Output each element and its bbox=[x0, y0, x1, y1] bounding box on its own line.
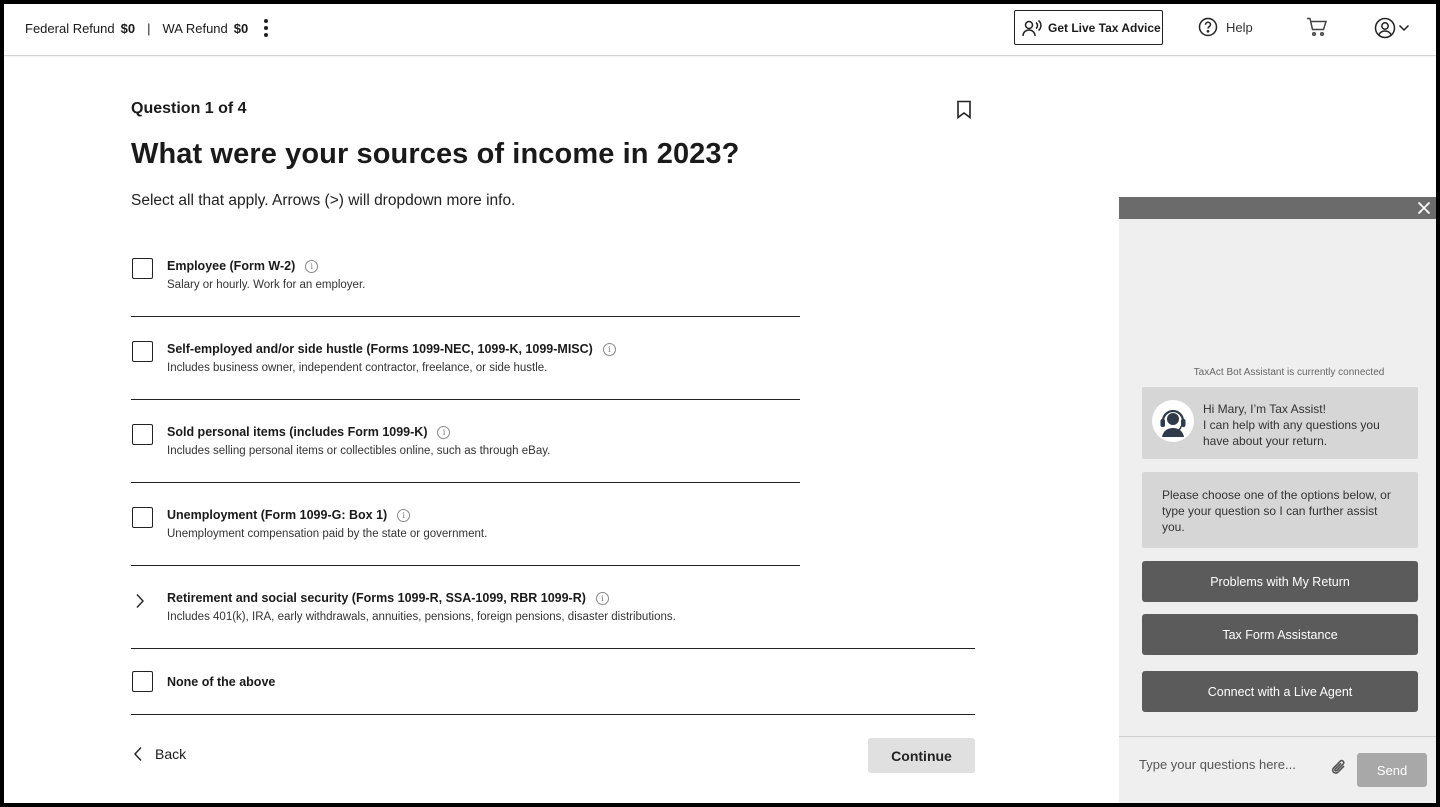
help-label: Help bbox=[1226, 19, 1253, 35]
bot-avatar-icon bbox=[1152, 400, 1194, 442]
cart-icon[interactable] bbox=[1306, 17, 1328, 42]
info-icon[interactable]: i bbox=[602, 342, 616, 356]
chat-panel: TaxAct Bot Assistant is currently connec… bbox=[1119, 197, 1436, 803]
option-title-text: Retirement and social security (Forms 10… bbox=[167, 591, 586, 605]
question-subtitle: Select all that apply. Arrows (>) will d… bbox=[131, 192, 516, 209]
state-refund-label: WA Refund bbox=[162, 21, 228, 36]
option-retirement: Retirement and social security (Forms 10… bbox=[131, 566, 976, 649]
option-title: None of the above bbox=[167, 675, 275, 689]
send-button[interactable]: Send bbox=[1357, 753, 1427, 787]
bookmark-icon[interactable] bbox=[956, 100, 972, 124]
chevron-down-icon bbox=[1398, 24, 1410, 32]
close-icon[interactable] bbox=[1416, 200, 1432, 216]
federal-refund-label: Federal Refund bbox=[25, 21, 115, 36]
info-icon[interactable]: i bbox=[595, 591, 609, 605]
bot-greeting-bubble: Hi Mary, I’m Tax Assist! I can help with… bbox=[1142, 387, 1418, 459]
option-unemployment: Unemployment (Form 1099-G: Box 1) i Unem… bbox=[131, 483, 976, 566]
paperclip-icon[interactable] bbox=[1329, 757, 1349, 784]
option-description: Includes business owner, independent con… bbox=[167, 362, 548, 374]
account-menu[interactable] bbox=[1374, 17, 1410, 39]
live-advice-label: Get Live Tax Advice bbox=[1048, 20, 1161, 35]
refund-summary: Federal Refund $0 | WA Refund $0 bbox=[25, 21, 248, 36]
option-title: Sold personal items (includes Form 1099-… bbox=[167, 425, 451, 439]
option-title: Unemployment (Form 1099-G: Box 1) i bbox=[167, 508, 411, 522]
unemployment-checkbox[interactable] bbox=[132, 507, 153, 528]
option-sold-personal-items: Sold personal items (includes Form 1099-… bbox=[131, 400, 976, 483]
back-button[interactable]: Back bbox=[133, 746, 186, 762]
chat-input-area: Send bbox=[1119, 736, 1436, 803]
divider bbox=[131, 714, 975, 715]
tax-form-assistance-button[interactable]: Tax Form Assistance bbox=[1142, 614, 1418, 655]
app-window: Federal Refund $0 | WA Refund $0 Get Liv… bbox=[4, 4, 1436, 803]
self-employed-checkbox[interactable] bbox=[132, 341, 153, 362]
greeting-line-1: Hi Mary, I’m Tax Assist! bbox=[1203, 402, 1326, 416]
option-self-employed: Self-employed and/or side hustle (Forms … bbox=[131, 317, 976, 400]
employee-checkbox[interactable] bbox=[132, 258, 153, 279]
chat-title-bar bbox=[1119, 197, 1436, 219]
option-title[interactable]: Retirement and social security (Forms 10… bbox=[167, 591, 609, 605]
account-icon bbox=[1374, 17, 1396, 39]
back-label: Back bbox=[155, 746, 187, 762]
option-description: Salary or hourly. Work for an employer. bbox=[167, 279, 366, 291]
option-title-text: Unemployment (Form 1099-G: Box 1) bbox=[167, 508, 388, 522]
option-description: Includes selling personal items or colle… bbox=[167, 445, 551, 457]
option-employee: Employee (Form W-2) i Salary or hourly. … bbox=[131, 234, 976, 317]
greeting-line-2: I can help with any questions you have a… bbox=[1203, 418, 1380, 448]
question-counter: Question 1 of 4 bbox=[131, 100, 247, 117]
info-icon[interactable]: i bbox=[397, 508, 411, 522]
continue-button[interactable]: Continue bbox=[868, 738, 975, 773]
get-live-tax-advice-button[interactable]: Get Live Tax Advice bbox=[1014, 10, 1163, 45]
info-icon[interactable]: i bbox=[305, 259, 319, 273]
chat-status: TaxAct Bot Assistant is currently connec… bbox=[1193, 367, 1385, 378]
kebab-menu-icon[interactable] bbox=[258, 17, 274, 39]
sold-items-checkbox[interactable] bbox=[132, 424, 153, 445]
chat-message-input[interactable] bbox=[1139, 753, 1324, 775]
income-options-list: Employee (Form W-2) i Salary or hourly. … bbox=[131, 234, 976, 715]
refund-separator: | bbox=[147, 21, 151, 36]
none-of-the-above-checkbox[interactable] bbox=[132, 671, 153, 692]
option-title-text: None of the above bbox=[167, 675, 276, 689]
headset-person-icon bbox=[1022, 19, 1042, 36]
bot-prompt-bubble: Please choose one of the options below, … bbox=[1142, 472, 1418, 548]
option-description: Includes 401(k), IRA, early withdrawals,… bbox=[167, 611, 676, 623]
option-title: Self-employed and/or side hustle (Forms … bbox=[167, 342, 616, 356]
help-button[interactable]: Help bbox=[1198, 17, 1253, 37]
connect-live-agent-button[interactable]: Connect with a Live Agent bbox=[1142, 671, 1418, 712]
option-none: None of the above bbox=[131, 649, 976, 715]
option-title-text: Employee (Form W-2) bbox=[167, 259, 296, 273]
federal-refund-amount: $0 bbox=[120, 21, 136, 36]
help-circle-icon bbox=[1198, 17, 1218, 37]
option-title-text: Sold personal items (includes Form 1099-… bbox=[167, 425, 428, 439]
chevron-right-icon[interactable] bbox=[135, 593, 145, 614]
info-icon[interactable]: i bbox=[437, 425, 451, 439]
chevron-left-icon bbox=[134, 747, 142, 761]
option-description: Unemployment compensation paid by the st… bbox=[167, 528, 488, 540]
page-title: What were your sources of income in 2023… bbox=[131, 138, 740, 170]
problems-with-return-button[interactable]: Problems with My Return bbox=[1142, 561, 1418, 602]
top-header: Federal Refund $0 | WA Refund $0 Get Liv… bbox=[4, 4, 1436, 56]
option-title: Employee (Form W-2) i bbox=[167, 259, 319, 273]
option-title-text: Self-employed and/or side hustle (Forms … bbox=[167, 342, 593, 356]
state-refund-amount: $0 bbox=[233, 21, 249, 36]
